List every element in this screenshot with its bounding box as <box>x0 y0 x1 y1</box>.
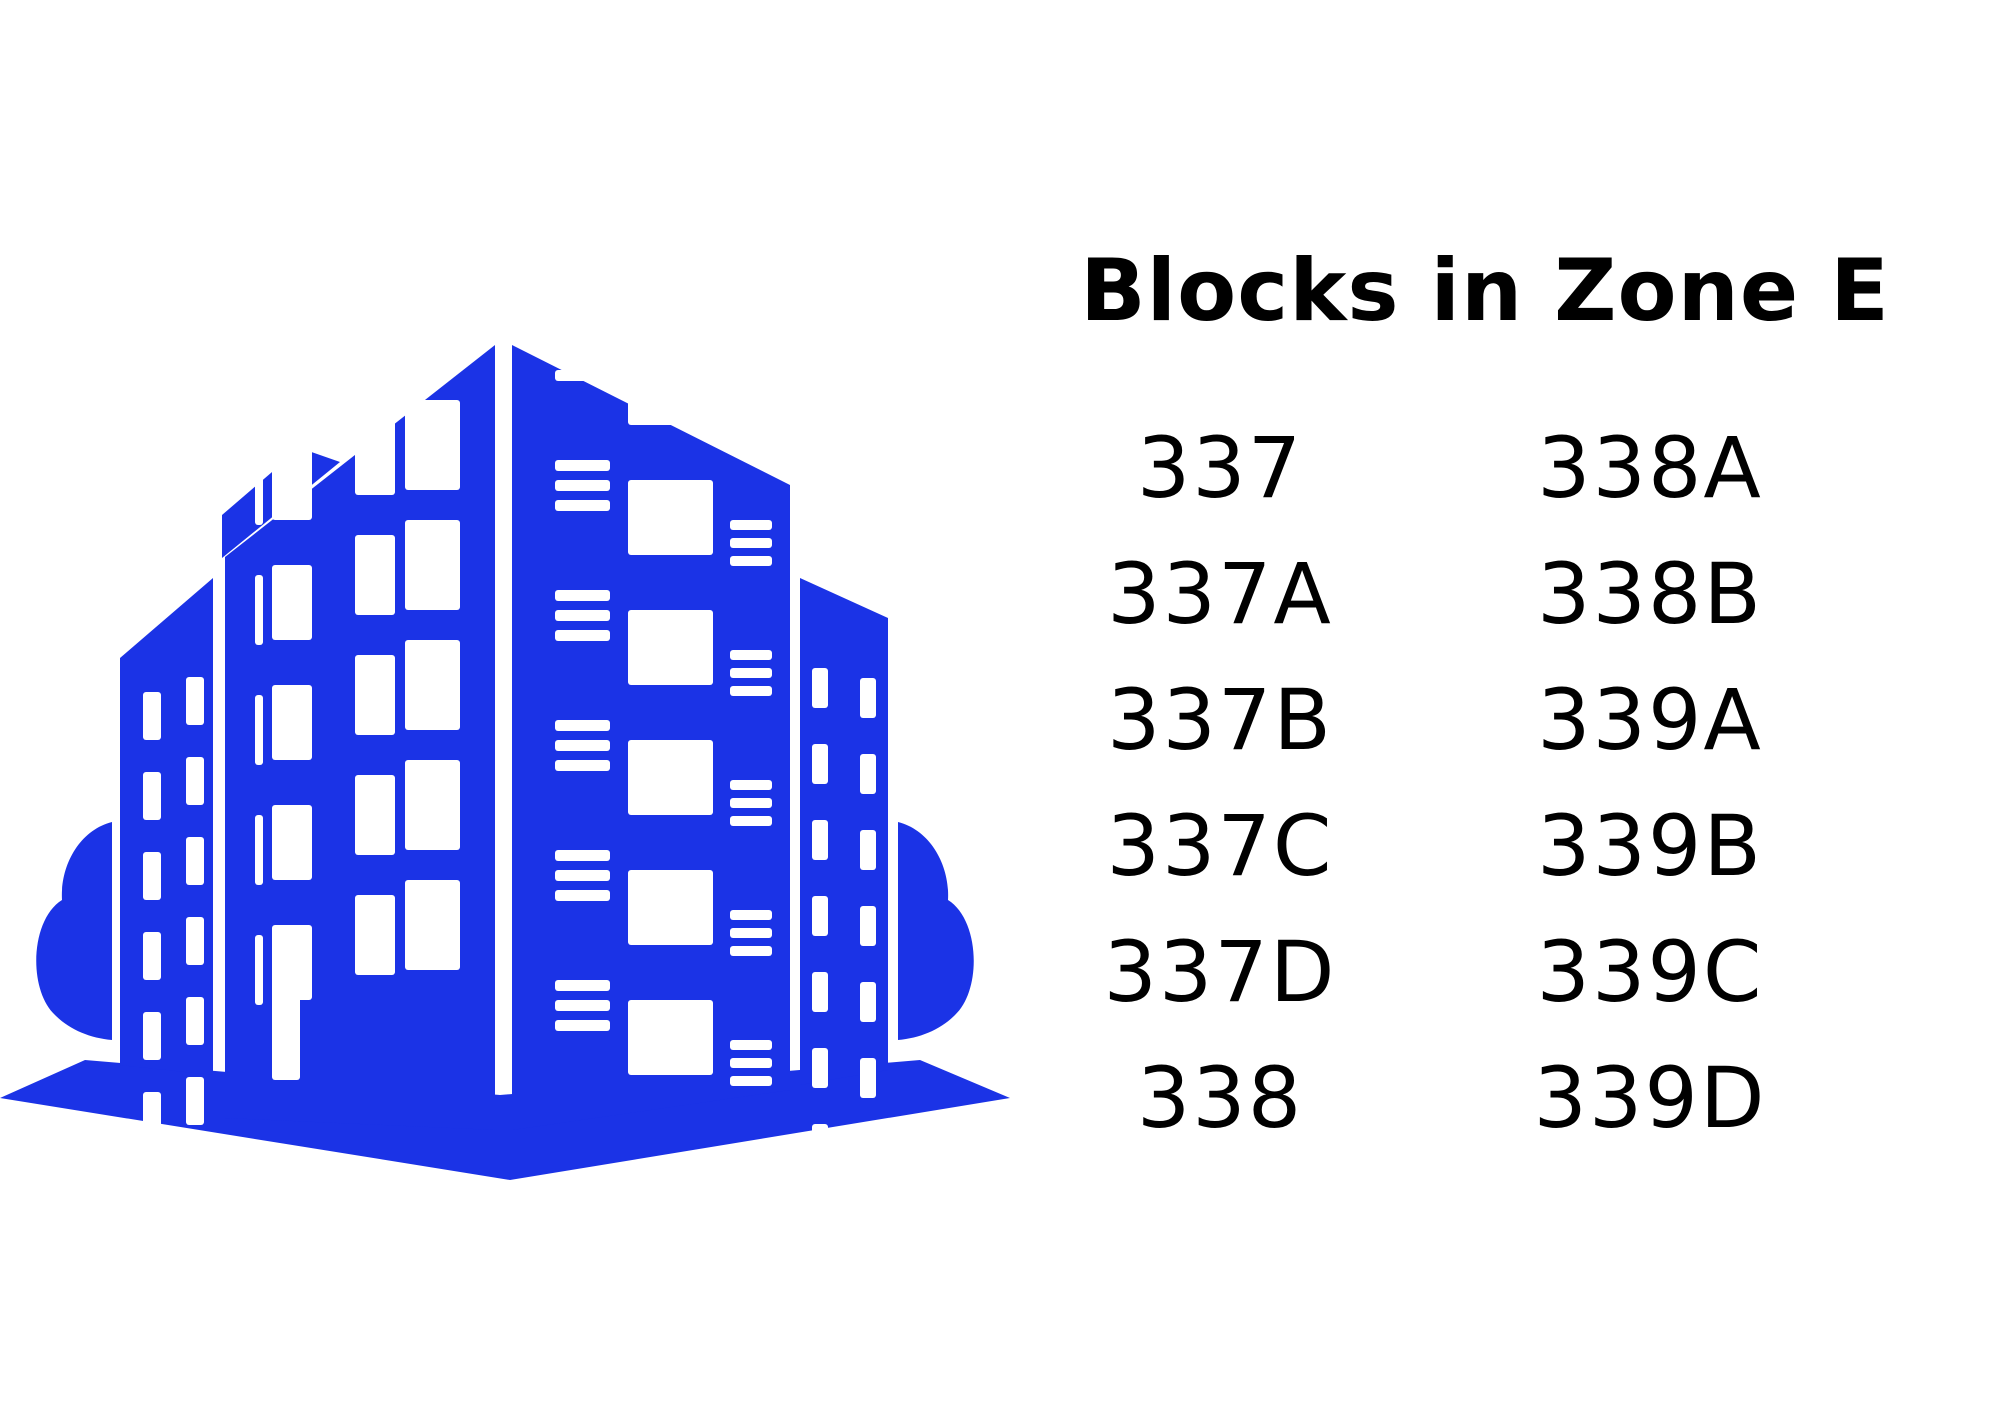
block-label: 337D <box>1103 923 1337 1021</box>
blocks-column-left: 337 337A 337B 337C 337D 338 <box>1010 405 1430 1161</box>
block-label: 339D <box>1533 1049 1767 1147</box>
block-label: 338B <box>1537 545 1763 643</box>
block-label: 338A <box>1537 419 1763 517</box>
block-label: 338 <box>1136 1049 1304 1147</box>
blocks-column-right: 338A 338B 339A 339B 339C 339D <box>1440 405 1860 1161</box>
block-label: 337 <box>1136 419 1304 517</box>
block-label: 339A <box>1537 671 1763 769</box>
apartment-building-icon <box>0 330 1010 1180</box>
page-title: Blocks in Zone E <box>1080 241 1890 341</box>
block-label: 337A <box>1107 545 1333 643</box>
block-label: 339C <box>1536 923 1764 1021</box>
block-label: 339B <box>1537 797 1763 895</box>
block-label: 337B <box>1107 671 1333 769</box>
block-label: 337C <box>1106 797 1334 895</box>
